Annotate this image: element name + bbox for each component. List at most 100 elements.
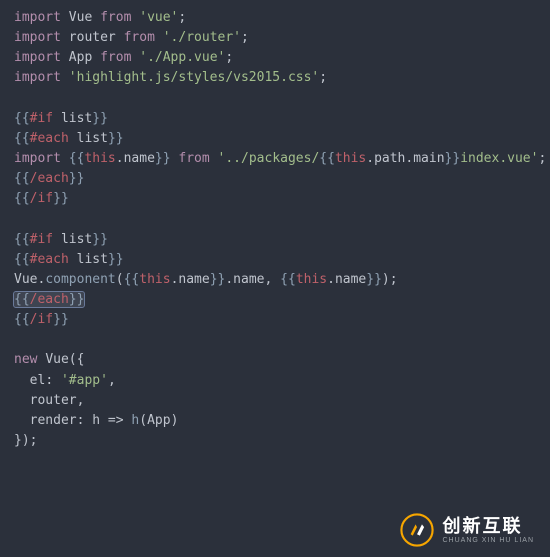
handlebars-close: }}: [92, 111, 108, 126]
property: .path.main: [366, 151, 444, 166]
handlebars-tag: #each: [30, 131, 69, 146]
this-keyword: this: [84, 151, 115, 166]
handlebars-close: }}: [92, 232, 108, 247]
code-line: });: [14, 433, 37, 448]
handlebars-open: {{: [124, 272, 140, 287]
handlebars-open: {{: [14, 191, 30, 206]
code-line: {{#if list}}: [14, 232, 108, 247]
string: './App.vue': [139, 50, 225, 65]
this-keyword: this: [296, 272, 327, 287]
handlebars-tag: /each: [30, 292, 69, 307]
code-line: {{#each list}}: [14, 252, 124, 267]
identifier: Vue: [69, 10, 92, 25]
handlebars-tag: #if: [30, 232, 53, 247]
code-line: new Vue({: [14, 352, 84, 367]
identifier: list: [61, 111, 92, 126]
semicolon: ;: [225, 50, 233, 65]
handlebars-open: {{: [14, 232, 30, 247]
keyword-import: import: [14, 50, 61, 65]
code-line: import App from './App.vue';: [14, 50, 233, 65]
identifier: router: [69, 30, 116, 45]
handlebars-close: }}: [69, 171, 85, 186]
semicolon: ;: [319, 70, 327, 85]
code-line: import router from './router';: [14, 30, 249, 45]
keyword-import: import: [14, 30, 61, 45]
handlebars-open: {{: [14, 171, 30, 186]
string: 'vue': [139, 10, 178, 25]
keyword-from: from: [100, 10, 131, 25]
handlebars-tag: /if: [30, 312, 53, 327]
handlebars-open: {{: [280, 272, 296, 287]
arrow-fn: =>: [100, 413, 131, 428]
code-line: {{/each}}: [14, 171, 84, 186]
handlebars-close: }}: [155, 151, 171, 166]
handlebars-tag: /each: [30, 171, 69, 186]
property: .name: [116, 151, 155, 166]
property-key: render: [30, 413, 77, 428]
code-line: import 'highlight.js/styles/vs2015.css';: [14, 70, 327, 85]
handlebars-tag: /if: [30, 191, 53, 206]
handlebars-tag: #if: [30, 111, 53, 126]
handlebars-open: {{: [14, 292, 30, 307]
watermark-logo-icon: [400, 513, 434, 547]
handlebars-tag: #each: [30, 252, 69, 267]
handlebars-open: {{: [69, 151, 85, 166]
code-line: {{#if list}}: [14, 111, 108, 126]
handlebars-open: {{: [319, 151, 335, 166]
identifier: list: [77, 131, 108, 146]
code-line: {{/if}}: [14, 191, 69, 206]
handlebars-close: }}: [108, 252, 124, 267]
handlebars-close: }}: [53, 191, 69, 206]
code-line: Vue.component({{this.name}}.name, {{this…: [14, 272, 398, 287]
handlebars-close: }}: [69, 292, 85, 307]
handlebars-close: }}: [445, 151, 461, 166]
watermark-text-zh: 创新互联: [442, 517, 534, 535]
blank-line: [14, 91, 22, 106]
code-line-selected: {{/each}}: [14, 292, 84, 307]
code-editor[interactable]: import Vue from 'vue'; import router fro…: [0, 0, 550, 459]
keyword-import: import: [14, 70, 61, 85]
semicolon: ;: [178, 10, 186, 25]
keyword-from: from: [100, 50, 131, 65]
keyword-from: from: [178, 151, 209, 166]
handlebars-open: {{: [14, 131, 30, 146]
handlebars-close: }}: [366, 272, 382, 287]
semicolon: ;: [538, 151, 546, 166]
keyword-from: from: [124, 30, 155, 45]
handlebars-open: {{: [14, 111, 30, 126]
handlebars-close: }}: [53, 312, 69, 327]
method: component: [45, 272, 115, 287]
code-line: router,: [14, 393, 84, 408]
semicolon: ;: [241, 30, 249, 45]
string: '#app': [61, 373, 108, 388]
handlebars-close: }}: [108, 131, 124, 146]
code-line: {{/if}}: [14, 312, 69, 327]
identifier: Vue: [45, 352, 68, 367]
string: 'highlight.js/styles/vs2015.css': [69, 70, 319, 85]
keyword-import: import: [14, 151, 61, 166]
property-key: el: [30, 373, 46, 388]
watermark-text-en: CHUANG XIN HU LIAN: [442, 537, 534, 544]
this-keyword: this: [335, 151, 366, 166]
keyword-import: import: [14, 10, 61, 25]
blank-line: [14, 332, 22, 347]
identifier: list: [77, 252, 108, 267]
property-key: router: [30, 393, 77, 408]
string: '../packages/: [218, 151, 320, 166]
string: index.vue': [460, 151, 538, 166]
handlebars-open: {{: [14, 252, 30, 267]
watermark: 创新互联 CHUANG XIN HU LIAN: [400, 513, 534, 547]
code-line: render: h => h(App): [14, 413, 178, 428]
identifier: App: [69, 50, 92, 65]
code-line: el: '#app',: [14, 373, 116, 388]
semicolon: ;: [390, 272, 398, 287]
handlebars-close: }}: [210, 272, 226, 287]
blank-line: [14, 211, 22, 226]
code-line: import {{this.name}} from '../packages/{…: [14, 151, 546, 166]
identifier: Vue: [14, 272, 37, 287]
this-keyword: this: [139, 272, 170, 287]
keyword-new: new: [14, 352, 37, 367]
identifier: list: [61, 232, 92, 247]
code-line: {{#each list}}: [14, 131, 124, 146]
code-line: import Vue from 'vue';: [14, 10, 186, 25]
